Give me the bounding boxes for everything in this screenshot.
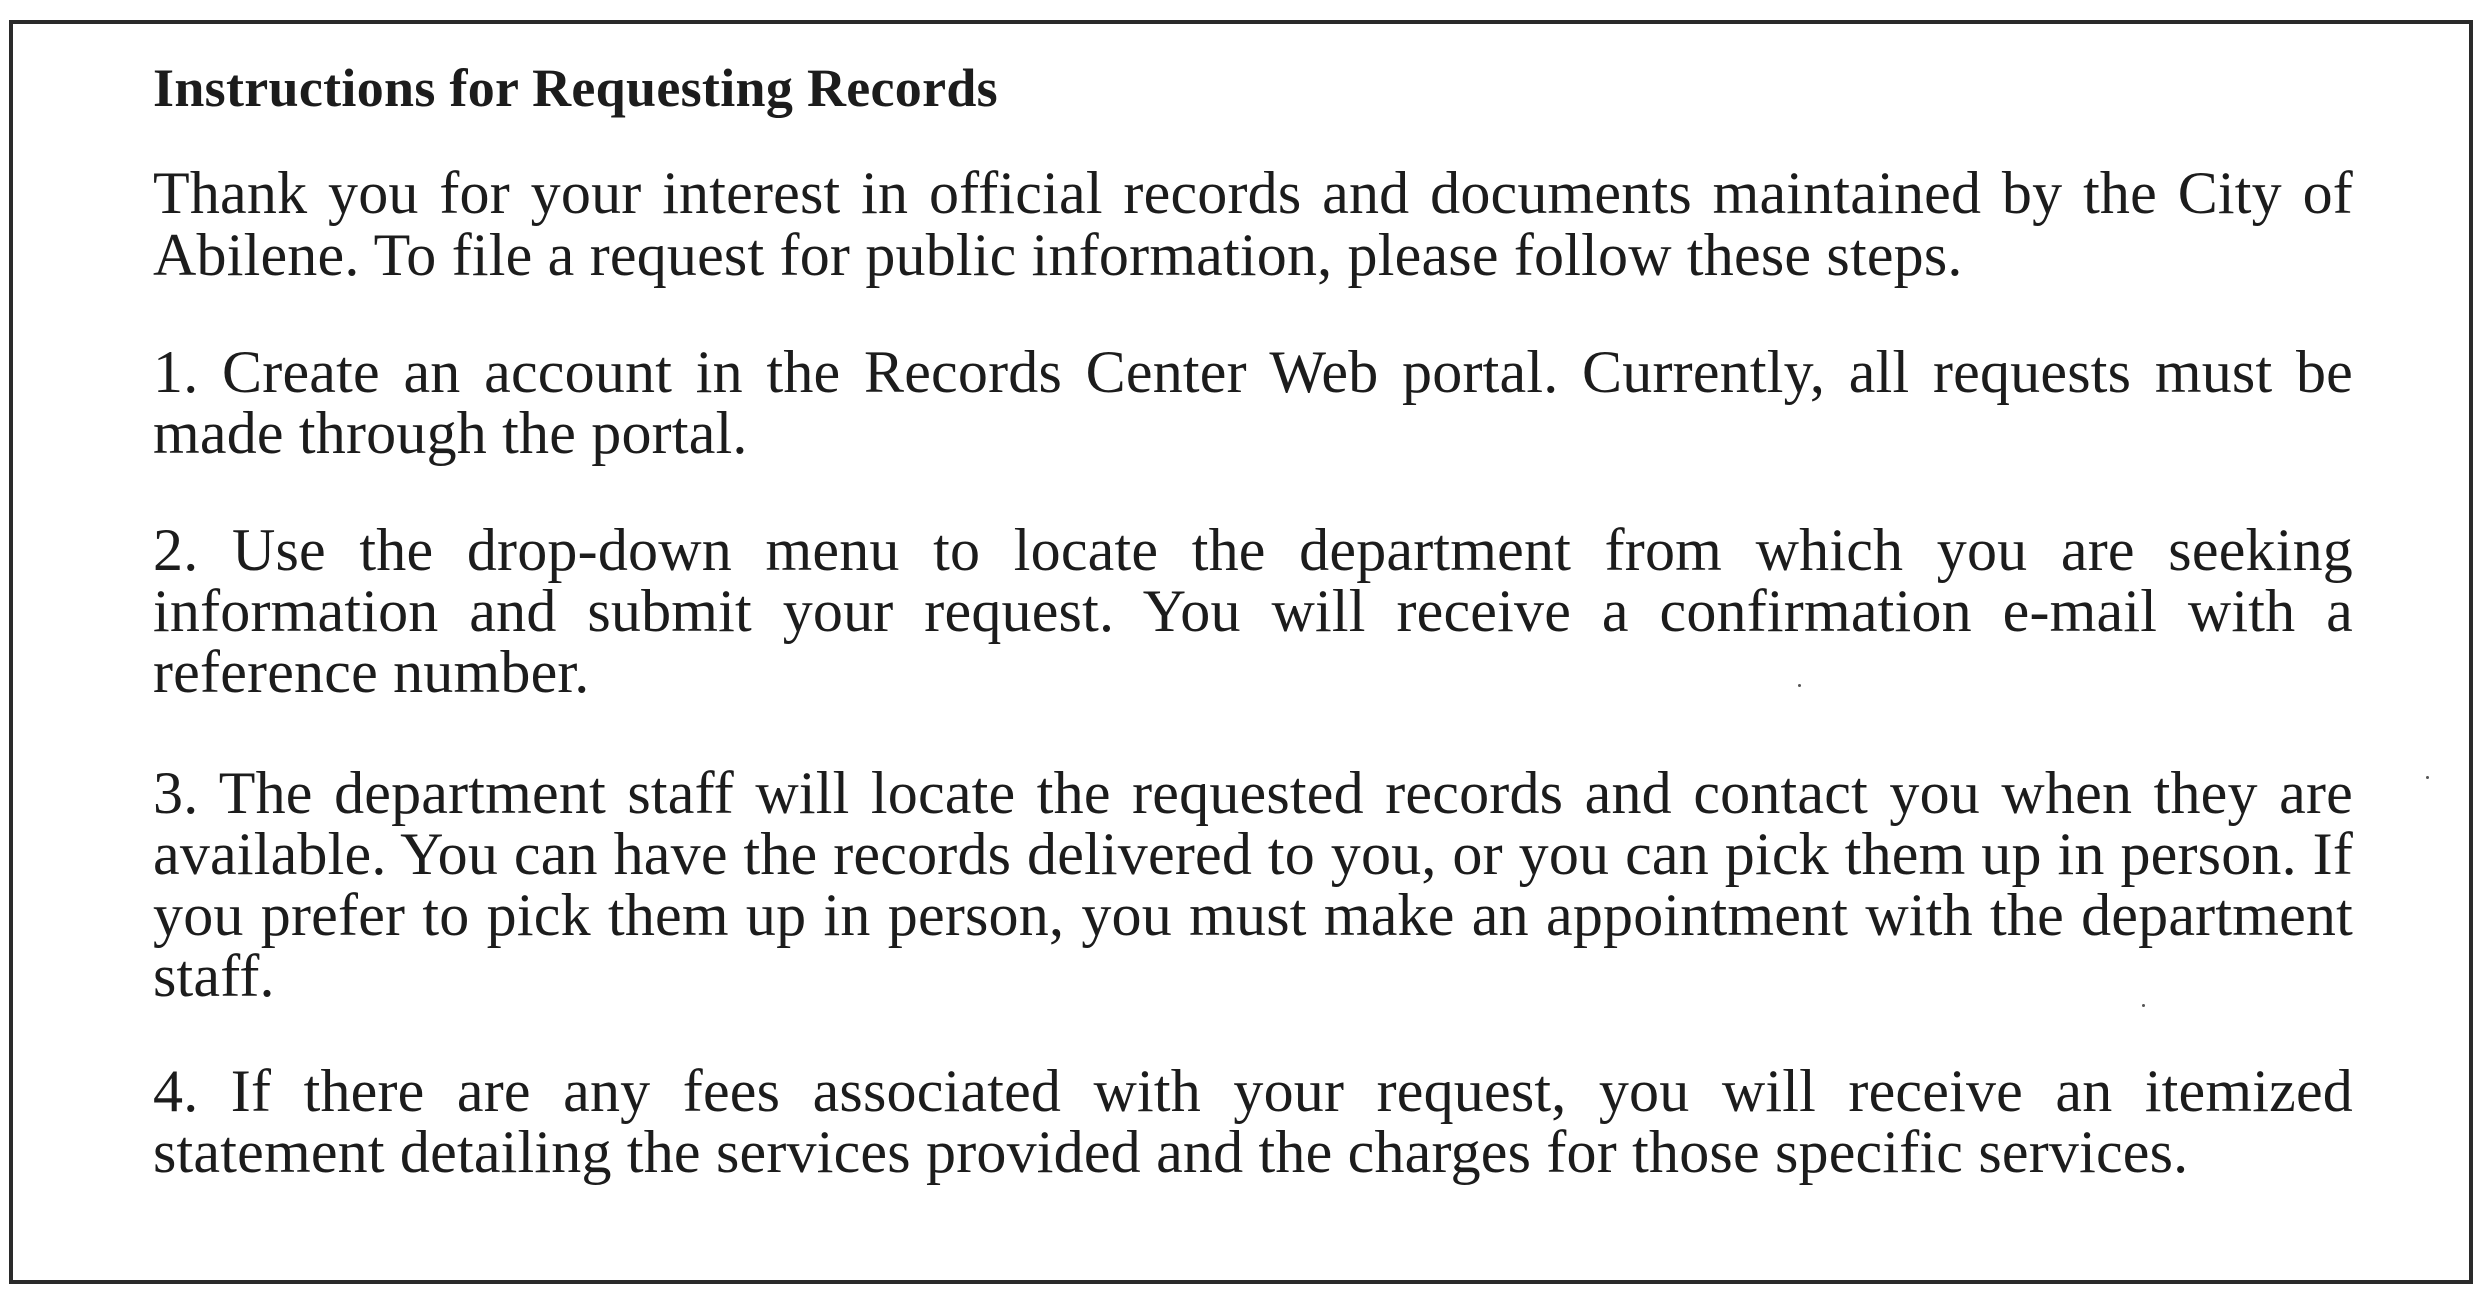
document-title: Instructions for Requesting Records: [153, 58, 998, 118]
step-2: 2. Use the drop-down menu to locate the …: [153, 517, 2353, 705]
step-3: 3. The department staff will locate the …: [153, 760, 2353, 1009]
instructions-content: Instructions for Requesting Records Than…: [153, 58, 2353, 1183]
scan-speck: [2426, 776, 2429, 779]
scan-speck: [2142, 1004, 2145, 1007]
intro-paragraph: Thank you for your interest in official …: [153, 160, 2353, 288]
step-1: 1. Create an account in the Records Cent…: [153, 339, 2353, 466]
step-4: 4. If there are any fees associated with…: [153, 1058, 2353, 1185]
scan-speck: [1798, 684, 1801, 687]
instructions-box: Instructions for Requesting Records Than…: [9, 20, 2473, 1284]
